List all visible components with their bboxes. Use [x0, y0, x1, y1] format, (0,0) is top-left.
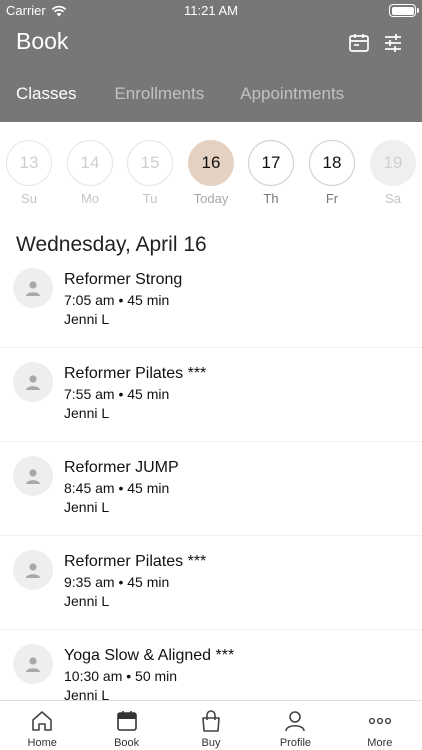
class-name: Reformer Strong — [64, 271, 183, 288]
shopping-bag-icon — [202, 710, 220, 732]
nav-label: Book — [114, 737, 140, 749]
person-icon — [285, 711, 306, 732]
class-row[interactable]: Reformer Pilates *** 9:35 am • 45 min Je… — [0, 536, 422, 630]
class-list: Reformer Strong 7:05 am • 45 min Jenni L… — [0, 254, 422, 700]
day-13[interactable]: 13 Su — [5, 140, 53, 206]
class-name: Reformer Pilates *** — [64, 365, 207, 382]
class-row[interactable]: Yoga Slow & Aligned *** 10:30 am • 50 mi… — [0, 630, 422, 700]
nav-more[interactable]: More — [338, 701, 422, 750]
person-placeholder-icon — [26, 375, 40, 390]
day-label: Fr — [325, 191, 339, 206]
day-15[interactable]: 15 Tu — [126, 140, 174, 206]
class-time: 7:55 am • 45 min — [64, 386, 170, 402]
day-number: 14 — [67, 140, 113, 186]
nav-book[interactable]: Book — [84, 701, 168, 750]
class-row[interactable]: Reformer Strong 7:05 am • 45 min Jenni L — [0, 254, 422, 348]
class-time: 10:30 am • 50 min — [64, 668, 178, 684]
day-picker: 13 Su 14 Mo 15 Tu 16 Today 17 Th 18 Fr 1… — [0, 140, 422, 210]
day-number: 16 — [188, 140, 234, 186]
page-title: Book — [16, 28, 69, 54]
day-label: Sa — [385, 191, 401, 206]
day-number: 13 — [6, 140, 52, 186]
nav-label: Profile — [279, 737, 312, 749]
day-number: 15 — [127, 140, 173, 186]
avatar — [13, 644, 53, 684]
nav-home[interactable]: Home — [0, 701, 84, 750]
person-placeholder-icon — [26, 469, 40, 484]
class-instructor: Jenni L — [64, 405, 110, 421]
person-placeholder-icon — [26, 281, 40, 296]
tab-appointments[interactable]: Appointments — [240, 84, 344, 104]
tab-enrollments[interactable]: Enrollments — [114, 84, 204, 104]
class-row[interactable]: Reformer Pilates *** 7:55 am • 45 min Je… — [0, 348, 422, 442]
class-instructor: Jenni L — [64, 499, 110, 515]
person-placeholder-icon — [26, 657, 40, 672]
day-label: Su — [21, 191, 37, 206]
bottom-nav: Home Book Buy Profile More — [0, 700, 422, 750]
class-instructor: Jenni L — [64, 311, 110, 327]
day-number: 19 — [370, 140, 416, 186]
tab-bar: Classes Enrollments Appointments — [0, 84, 346, 104]
day-17[interactable]: 17 Th — [247, 140, 295, 206]
class-row[interactable]: Reformer JUMP 8:45 am • 45 min Jenni L — [0, 442, 422, 536]
class-name: Yoga Slow & Aligned *** — [64, 647, 235, 664]
day-19[interactable]: 19 Sa — [369, 140, 417, 206]
more-icon — [368, 717, 391, 725]
filter-sliders-icon[interactable] — [382, 32, 404, 54]
clock: 11:21 AM — [184, 3, 238, 18]
day-label: Th — [263, 191, 279, 206]
nav-profile[interactable]: Profile — [253, 701, 337, 750]
battery-icon — [389, 4, 419, 17]
nav-buy[interactable]: Buy — [169, 701, 253, 750]
day-18[interactable]: 18 Fr — [308, 140, 356, 206]
home-icon — [32, 711, 53, 731]
class-name: Reformer Pilates *** — [64, 553, 207, 570]
class-time: 9:35 am • 45 min — [64, 574, 170, 590]
class-instructor: Jenni L — [64, 687, 110, 700]
day-label: Tu — [142, 191, 158, 206]
nav-label: Buy — [201, 737, 221, 749]
day-number: 17 — [248, 140, 294, 186]
class-time: 7:05 am • 45 min — [64, 292, 170, 308]
day-14[interactable]: 14 Mo — [66, 140, 114, 206]
calendar-icon — [116, 711, 137, 731]
avatar — [13, 362, 53, 402]
tab-classes[interactable]: Classes — [16, 84, 76, 104]
avatar — [13, 550, 53, 590]
calendar-icon[interactable] — [348, 32, 370, 54]
avatar — [13, 268, 53, 308]
nav-label: Home — [27, 737, 57, 749]
status-bar: Carrier 11:21 AM — [0, 0, 422, 22]
day-label: Today — [193, 191, 229, 206]
day-label: Mo — [80, 191, 100, 206]
class-instructor: Jenni L — [64, 593, 110, 609]
day-16-today[interactable]: 16 Today — [187, 140, 235, 206]
class-time: 8:45 am • 45 min — [64, 480, 170, 496]
nav-label: More — [367, 737, 393, 749]
header-actions — [348, 32, 404, 54]
class-name: Reformer JUMP — [64, 459, 179, 476]
person-placeholder-icon — [26, 563, 40, 578]
day-number: 18 — [309, 140, 355, 186]
header: Book Classes Enrollments Appointments — [0, 22, 422, 122]
avatar — [13, 456, 53, 496]
